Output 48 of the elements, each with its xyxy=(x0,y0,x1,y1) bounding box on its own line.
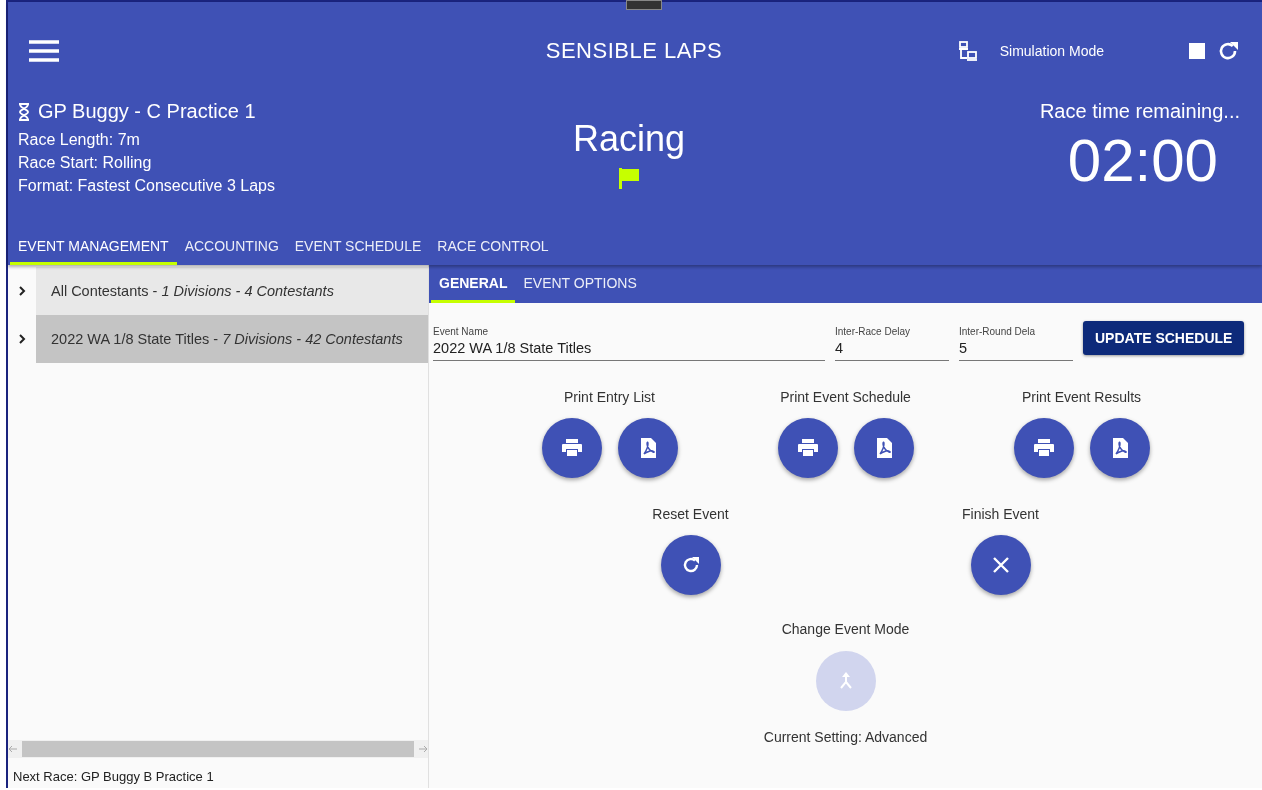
text-field[interactable]: 4 xyxy=(835,337,949,361)
network-computers-icon[interactable] xyxy=(957,41,978,61)
main-tab[interactable]: RACE CONTROL xyxy=(429,230,557,265)
countdown-label: Race time remaining... xyxy=(1039,100,1240,123)
race-detail: Race Start: Rolling xyxy=(18,154,153,172)
tree-item[interactable]: 2022 WA 1/8 State Titles - 7 Divisions - 42 Contestants xyxy=(36,315,428,363)
round-print-button[interactable] xyxy=(777,418,838,478)
window-handle[interactable] xyxy=(626,0,662,10)
race-detail: Race Length: 7m xyxy=(18,131,141,149)
countdown-timer: 02:00 xyxy=(1067,131,1218,191)
simulation-mode-label: Simulation Mode xyxy=(999,43,1104,59)
chevron-icon xyxy=(17,286,27,296)
round-pdf-button[interactable] xyxy=(1089,418,1150,478)
update-schedule-button[interactable]: UPDATE SCHEDULE xyxy=(1083,321,1245,355)
action-caption: Finish Event xyxy=(961,506,1039,522)
chevron-icon xyxy=(17,334,27,344)
sub-tab[interactable]: EVENT OPTIONS xyxy=(515,265,645,303)
race-status: Racing xyxy=(572,118,686,160)
field-label: Inter-Round Dela xyxy=(959,326,1037,337)
next-race-label: Next Race: GP Buggy B Practice 1 xyxy=(12,767,215,786)
field-label: Event Name xyxy=(433,326,490,337)
round-pdf-button[interactable] xyxy=(853,418,914,478)
round-reset-button[interactable] xyxy=(660,535,721,595)
main-tab[interactable]: EVENT SCHEDULE xyxy=(286,230,430,265)
stop-icon[interactable] xyxy=(1188,42,1206,60)
main-tab[interactable]: ACCOUNTING xyxy=(176,230,287,265)
action-caption: Print Event Results xyxy=(1021,389,1142,405)
race-detail: Format: Fastest Consecutive 3 Laps xyxy=(18,177,276,195)
action-caption: Print Entry List xyxy=(564,389,655,405)
round-print-button[interactable] xyxy=(1013,418,1074,478)
action-caption: Change Event Mode xyxy=(781,621,910,637)
tree-item[interactable]: All Contestants - 1 Divisions - 4 Contestants xyxy=(36,267,428,315)
flag-icon xyxy=(617,166,641,190)
sub-tab[interactable]: GENERAL xyxy=(431,265,516,303)
round-pdf-button[interactable] xyxy=(617,418,678,478)
hourglass-icon xyxy=(18,102,30,121)
race-name: GP Buggy - C Practice 1 xyxy=(38,100,256,123)
menu-button[interactable] xyxy=(28,39,60,63)
round-print-button[interactable] xyxy=(541,418,602,478)
action-caption: Reset Event xyxy=(652,506,729,522)
current-setting-label: Current Setting: Advanced xyxy=(763,729,928,745)
text-field[interactable]: 2022 WA 1/8 State Titles xyxy=(433,337,825,361)
app-title: SENSIBLE LAPS xyxy=(545,38,723,64)
round-finish-button[interactable] xyxy=(970,535,1031,595)
action-caption: Print Event Schedule xyxy=(780,389,911,405)
text-field[interactable]: 5 xyxy=(959,337,1073,361)
menu-icon xyxy=(28,39,60,63)
field-label: Inter-Race Delay xyxy=(835,326,912,337)
